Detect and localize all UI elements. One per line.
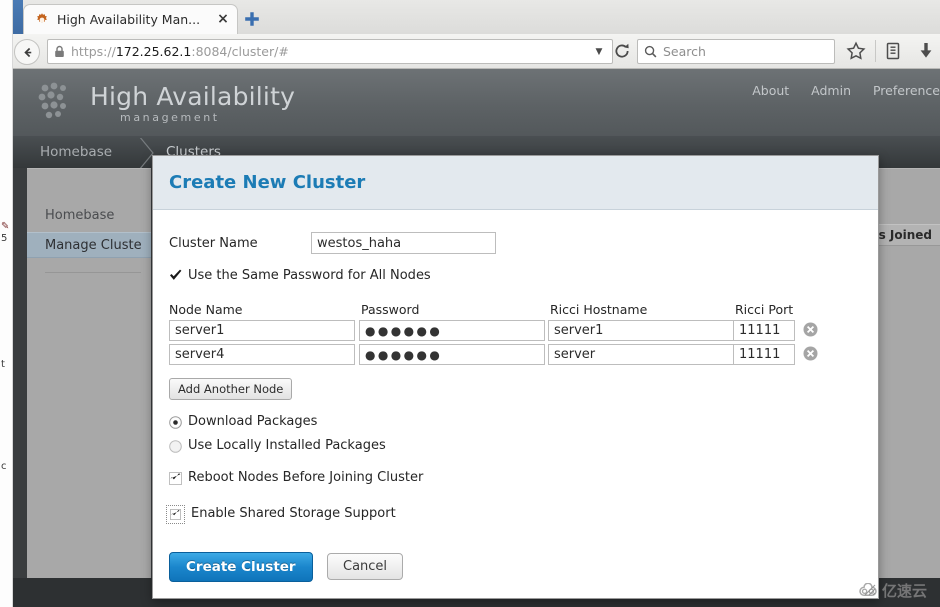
local-packages-option[interactable]: Use Locally Installed Packages: [169, 439, 386, 453]
ricci-port-input-2[interactable]: [733, 344, 795, 365]
radio-selected-icon[interactable]: [169, 415, 182, 429]
lock-icon: [55, 45, 64, 57]
watermark-text: 亿速云: [882, 582, 928, 600]
table-row: ●●●●●●: [169, 320, 859, 344]
node-table: Node Name Password Ricci Hostname Ricci …: [169, 302, 859, 368]
remove-circle-icon[interactable]: [803, 322, 818, 337]
sidebar-item-homebase[interactable]: Homebase: [27, 202, 151, 228]
ricci-hostname-input-2[interactable]: [548, 344, 734, 365]
search-placeholder: Search: [663, 44, 706, 59]
reboot-nodes-label: Reboot Nodes Before Joining Cluster: [188, 470, 424, 485]
browser-tab[interactable]: High Availability Man... ×: [23, 4, 238, 34]
checkbox-checked-icon[interactable]: [169, 471, 182, 485]
tab-close-icon[interactable]: ×: [215, 11, 231, 28]
web-page: High Availability management About Admin…: [13, 69, 940, 607]
brand-title: High Availability: [90, 82, 296, 111]
app-sidebar: Homebase Manage Cluste: [27, 168, 151, 578]
background-window-glyphs: ✎ 5 t c: [0, 0, 13, 607]
app-header: High Availability management About Admin…: [13, 69, 940, 136]
bg-glyph-4: c: [1, 461, 7, 472]
chevron-down-icon[interactable]: ▼: [592, 47, 606, 57]
password-input-1[interactable]: ●●●●●●: [359, 320, 545, 341]
dialog-header: Create New Cluster: [153, 156, 878, 210]
create-cluster-dialog: Create New Cluster Cluster Name Use the …: [152, 155, 879, 599]
new-tab-icon[interactable]: [243, 10, 261, 28]
gear-icon: [37, 12, 47, 23]
header-links: About Admin Preference: [734, 83, 940, 98]
local-packages-label: Use Locally Installed Packages: [188, 438, 386, 453]
remove-circle-icon[interactable]: [803, 346, 818, 361]
header-link-preference[interactable]: Preference: [873, 83, 940, 98]
url-text: https://172.25.62.1:8084/cluster/#: [71, 44, 289, 59]
same-password-label: Use the Same Password for All Nodes: [188, 268, 431, 283]
checkbox-checked-icon[interactable]: [169, 269, 182, 282]
download-packages-label: Download Packages: [188, 414, 318, 429]
table-row: ●●●●●●: [169, 344, 859, 368]
library-icon[interactable]: [882, 40, 904, 62]
watermark: 亿速云: [858, 580, 927, 601]
password-input-2[interactable]: ●●●●●●: [359, 344, 545, 365]
search-icon: [644, 45, 657, 58]
cluster-name-input[interactable]: [311, 232, 496, 254]
dialog-footer: Create Cluster Cancel: [153, 544, 878, 598]
back-arrow-icon: [23, 47, 31, 57]
url-host: 172.25.62.1: [115, 44, 192, 59]
node-name-input-1[interactable]: [169, 320, 355, 341]
cloud-icon: [859, 583, 877, 597]
url-path: :8084/cluster/#: [191, 44, 289, 59]
cluster-name-label: Cluster Name: [169, 236, 258, 251]
ricci-hostname-input-1[interactable]: [548, 320, 734, 341]
search-box[interactable]: Search: [637, 39, 835, 64]
screenshot-root: ✎ 5 t c High Availability Man... × https…: [0, 0, 940, 607]
address-bar[interactable]: https://172.25.62.1:8084/cluster/# ▼: [47, 39, 613, 64]
node-table-header: Node Name Password Ricci Hostname Ricci …: [169, 302, 859, 320]
header-password: Password: [361, 302, 420, 317]
sidebar-item-manage-clusters[interactable]: Manage Cluste: [27, 232, 151, 258]
reboot-nodes-option[interactable]: Reboot Nodes Before Joining Cluster: [169, 471, 423, 485]
app-logo-icon: [38, 82, 66, 119]
sidebar-divider: [45, 272, 141, 273]
radio-unselected-icon[interactable]: [169, 439, 182, 453]
browser-tab-title: High Availability Man...: [57, 12, 201, 27]
same-password-row[interactable]: Use the Same Password for All Nodes: [169, 269, 431, 283]
create-cluster-button[interactable]: Create Cluster: [169, 552, 313, 582]
nav-tab-homebase[interactable]: Homebase: [40, 136, 112, 168]
back-button[interactable]: [14, 39, 40, 65]
bg-glyph-2: 5: [1, 233, 8, 244]
download-packages-option[interactable]: Download Packages: [169, 415, 317, 429]
header-link-admin[interactable]: Admin: [811, 83, 851, 98]
bg-glyph-3: t: [1, 359, 5, 370]
header-link-about[interactable]: About: [752, 83, 789, 98]
download-icon[interactable]: [915, 40, 937, 62]
node-name-input-2[interactable]: [169, 344, 355, 365]
cancel-button[interactable]: Cancel: [327, 553, 404, 580]
reload-icon[interactable]: [613, 42, 631, 60]
bg-glyph-1: ✎: [1, 221, 10, 232]
ricci-port-input-1[interactable]: [733, 320, 795, 341]
dialog-title: Create New Cluster: [169, 172, 366, 193]
checkbox-checked-icon[interactable]: [166, 504, 185, 524]
shared-storage-label: Enable Shared Storage Support: [191, 506, 396, 521]
star-icon[interactable]: [845, 40, 867, 62]
window-edge-accent: [13, 0, 23, 34]
cluster-name-row: Cluster Name: [169, 232, 509, 256]
add-another-node-button[interactable]: Add Another Node: [169, 378, 293, 400]
header-ricci-port: Ricci Port: [735, 302, 794, 317]
shared-storage-option[interactable]: Enable Shared Storage Support: [166, 504, 396, 524]
header-node-name: Node Name: [169, 302, 243, 317]
dialog-body: Cluster Name Use the Same Password for A…: [153, 211, 878, 543]
brand-subtitle: management: [120, 111, 220, 124]
toolbar-divider: [875, 40, 876, 62]
header-ricci-hostname: Ricci Hostname: [550, 302, 648, 317]
